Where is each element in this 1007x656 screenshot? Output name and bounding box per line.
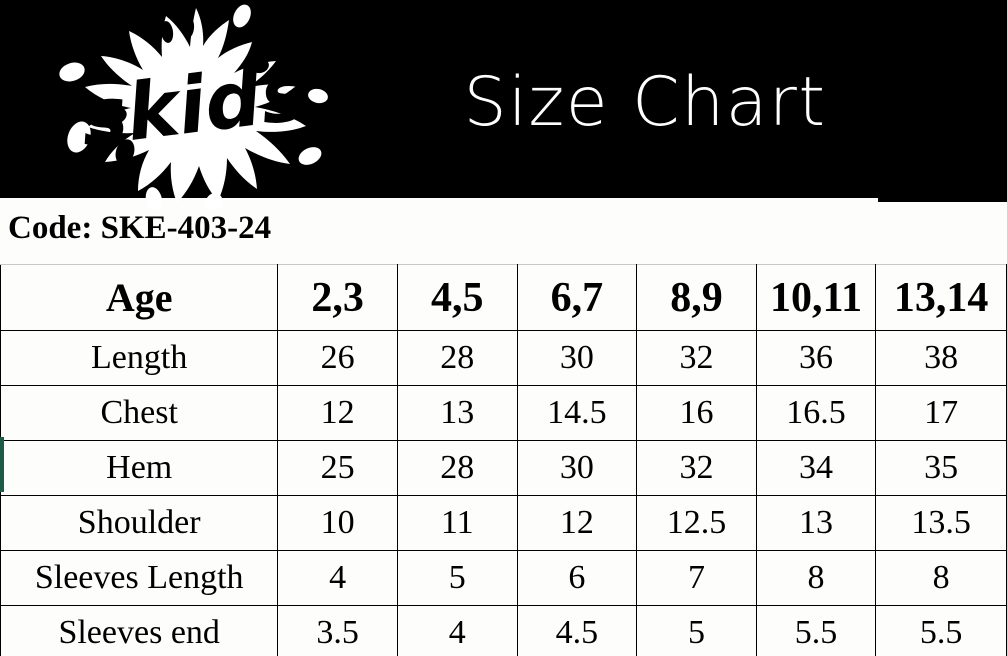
cell-hem-4-5: 28 bbox=[396, 440, 518, 496]
table-row: Hem 25 28 30 32 34 35 bbox=[0, 440, 1007, 496]
row-label-hem: Hem bbox=[0, 440, 279, 496]
row-label-sleeves-end: Sleeves end bbox=[0, 605, 279, 656]
cell-hem-6-7: 30 bbox=[516, 440, 638, 496]
cell-shoulder-6-7: 12 bbox=[516, 495, 638, 551]
column-header-age: Age bbox=[0, 264, 279, 331]
cell-length-13-14: 38 bbox=[875, 330, 1007, 386]
size-table-head: Age 2,3 4,5 6,7 8,9 10,11 13,14 bbox=[0, 264, 1007, 331]
cell-hem-2-3: 25 bbox=[277, 440, 398, 496]
row-label-length: Length bbox=[0, 330, 279, 386]
table-row: Sleeves end 3.5 4 4.5 5 5.5 5.5 bbox=[0, 605, 1007, 656]
column-header-size-10-11: 10,11 bbox=[755, 264, 877, 331]
cell-sleeves-end-13-14: 5.5 bbox=[875, 605, 1007, 656]
cell-sleeves-length-4-5: 5 bbox=[396, 550, 518, 606]
size-table-wrapper: Age 2,3 4,5 6,7 8,9 10,11 13,14 Length 2… bbox=[0, 264, 1007, 656]
table-row: Sleeves Length 4 5 6 7 8 8 bbox=[0, 550, 1007, 606]
left-edge-artifact bbox=[0, 437, 4, 492]
column-header-size-8-9: 8,9 bbox=[636, 264, 757, 331]
cell-chest-13-14: 17 bbox=[875, 385, 1007, 441]
header-band-step bbox=[878, 196, 1007, 202]
row-label-chest: Chest bbox=[0, 385, 279, 441]
brand-logo: skids bbox=[46, 4, 346, 209]
cell-shoulder-2-3: 10 bbox=[277, 495, 398, 551]
table-row: Length 26 28 30 32 36 38 bbox=[0, 330, 1007, 386]
cell-length-6-7: 30 bbox=[516, 330, 638, 386]
product-code: Code: SKE-403-24 bbox=[8, 210, 272, 246]
cell-shoulder-13-14: 13.5 bbox=[875, 495, 1007, 551]
cell-sleeves-end-2-3: 3.5 bbox=[277, 605, 398, 656]
row-label-shoulder: Shoulder bbox=[0, 495, 279, 551]
column-header-size-2-3: 2,3 bbox=[277, 264, 398, 331]
cell-chest-10-11: 16.5 bbox=[755, 385, 877, 441]
cell-sleeves-end-8-9: 5 bbox=[636, 605, 757, 656]
page-title: Size Chart bbox=[463, 63, 827, 142]
cell-chest-6-7: 14.5 bbox=[516, 385, 638, 441]
cell-shoulder-10-11: 13 bbox=[755, 495, 877, 551]
cell-sleeves-length-8-9: 7 bbox=[636, 550, 757, 606]
size-chart-page: skids Size Chart Code: SKE-403-24 Age 2,… bbox=[0, 0, 1007, 656]
cell-length-8-9: 32 bbox=[636, 330, 757, 386]
cell-sleeves-length-10-11: 8 bbox=[755, 550, 877, 606]
table-row: Chest 12 13 14.5 16 16.5 17 bbox=[0, 385, 1007, 441]
table-header-row: Age 2,3 4,5 6,7 8,9 10,11 13,14 bbox=[0, 264, 1007, 331]
row-label-sleeves-length: Sleeves Length bbox=[0, 550, 279, 606]
cell-hem-10-11: 34 bbox=[755, 440, 877, 496]
cell-sleeves-length-6-7: 6 bbox=[516, 550, 638, 606]
table-row: Shoulder 10 11 12 12.5 13 13.5 bbox=[0, 495, 1007, 551]
cell-sleeves-end-10-11: 5.5 bbox=[755, 605, 877, 656]
cell-chest-4-5: 13 bbox=[396, 385, 518, 441]
cell-sleeves-end-6-7: 4.5 bbox=[516, 605, 638, 656]
cell-shoulder-4-5: 11 bbox=[396, 495, 518, 551]
cell-sleeves-length-13-14: 8 bbox=[875, 550, 1007, 606]
column-header-size-4-5: 4,5 bbox=[396, 264, 518, 331]
size-table: Age 2,3 4,5 6,7 8,9 10,11 13,14 Length 2… bbox=[0, 264, 1007, 656]
cell-hem-13-14: 35 bbox=[875, 440, 1007, 496]
cell-length-10-11: 36 bbox=[755, 330, 877, 386]
cell-chest-8-9: 16 bbox=[636, 385, 757, 441]
cell-chest-2-3: 12 bbox=[277, 385, 398, 441]
cell-sleeves-length-2-3: 4 bbox=[277, 550, 398, 606]
cell-length-2-3: 26 bbox=[277, 330, 398, 386]
cell-sleeves-end-4-5: 4 bbox=[396, 605, 518, 656]
column-header-size-13-14: 13,14 bbox=[875, 264, 1007, 331]
cell-hem-8-9: 32 bbox=[636, 440, 757, 496]
cell-shoulder-8-9: 12.5 bbox=[636, 495, 757, 551]
size-table-body: Length 26 28 30 32 36 38 Chest 12 13 14.… bbox=[0, 330, 1007, 656]
cell-length-4-5: 28 bbox=[396, 330, 518, 386]
column-header-size-6-7: 6,7 bbox=[516, 264, 638, 331]
